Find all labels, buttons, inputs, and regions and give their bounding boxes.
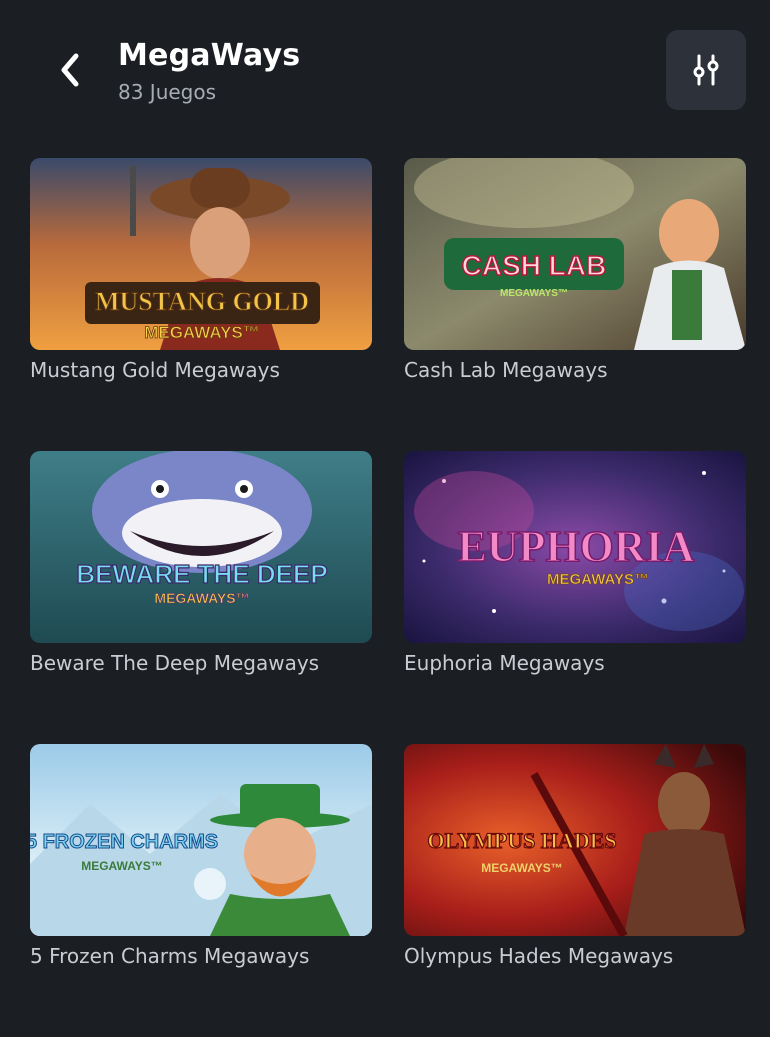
game-card-olympus-hades[interactable]: OLYMPUS HADES MEGAWAYS™ Olympus Hades Me…	[404, 744, 746, 1037]
svg-text:MEGAWAYS™: MEGAWAYS™	[154, 590, 249, 606]
logo-text: 5 FROZEN CHARMS	[30, 831, 218, 853]
game-card-mustang-gold[interactable]: MUSTANG GOLD MEGAWAYS™ Mustang Gold Mega…	[30, 158, 372, 451]
game-thumbnail[interactable]: 5 FROZEN CHARMS MEGAWAYS™	[30, 744, 372, 936]
logo-text: MUSTANG GOLD	[95, 287, 309, 316]
logo-text: CASH LAB	[462, 250, 607, 281]
logo-text: BEWARE THE DEEP	[76, 559, 327, 589]
game-title[interactable]: Euphoria Megaways	[404, 651, 746, 675]
svg-text:MEGAWAYS™: MEGAWAYS™	[481, 861, 563, 875]
svg-text:MEGAWAYS™: MEGAWAYS™	[144, 323, 260, 342]
page-title: MegaWays	[118, 38, 301, 73]
game-card-euphoria[interactable]: EUPHORIA MEGAWAYS™ Euphoria Megaways	[404, 451, 746, 744]
game-title[interactable]: Beware The Deep Megaways	[30, 651, 372, 675]
chevron-left-icon	[61, 53, 79, 87]
game-thumbnail[interactable]: CASH LAB MEGAWAYS™	[404, 158, 746, 350]
filter-button[interactable]	[666, 30, 746, 110]
svg-text:MEGAWAYS™: MEGAWAYS™	[81, 859, 163, 873]
game-count: 83 Juegos	[118, 80, 217, 104]
game-card-cash-lab[interactable]: CASH LAB MEGAWAYS™ Cash Lab Megaways	[404, 158, 746, 451]
game-title[interactable]: Cash Lab Megaways	[404, 358, 746, 382]
logo-text: OLYMPUS HADES	[427, 828, 616, 853]
logo-text: EUPHORIA	[457, 522, 694, 571]
page-header: MegaWays 83 Juegos	[0, 0, 770, 130]
game-thumbnail[interactable]: EUPHORIA MEGAWAYS™	[404, 451, 746, 643]
sliders-icon	[693, 54, 719, 86]
back-button[interactable]	[50, 48, 90, 92]
games-grid: MUSTANG GOLD MEGAWAYS™ Mustang Gold Mega…	[30, 158, 746, 1037]
game-title[interactable]: Olympus Hades Megaways	[404, 944, 746, 968]
game-thumbnail[interactable]: OLYMPUS HADES MEGAWAYS™	[404, 744, 746, 936]
game-card-5-frozen-charms[interactable]: 5 FROZEN CHARMS MEGAWAYS™ 5 Frozen Charm…	[30, 744, 372, 1037]
game-title[interactable]: 5 Frozen Charms Megaways	[30, 944, 372, 968]
svg-text:MEGAWAYS™: MEGAWAYS™	[500, 288, 568, 299]
game-card-beware-the-deep[interactable]: BEWARE THE DEEP MEGAWAYS™ Beware The Dee…	[30, 451, 372, 744]
game-title[interactable]: Mustang Gold Megaways	[30, 358, 372, 382]
game-thumbnail[interactable]: BEWARE THE DEEP MEGAWAYS™	[30, 451, 372, 643]
game-thumbnail[interactable]: MUSTANG GOLD MEGAWAYS™	[30, 158, 372, 350]
svg-text:MEGAWAYS™: MEGAWAYS™	[547, 571, 649, 588]
